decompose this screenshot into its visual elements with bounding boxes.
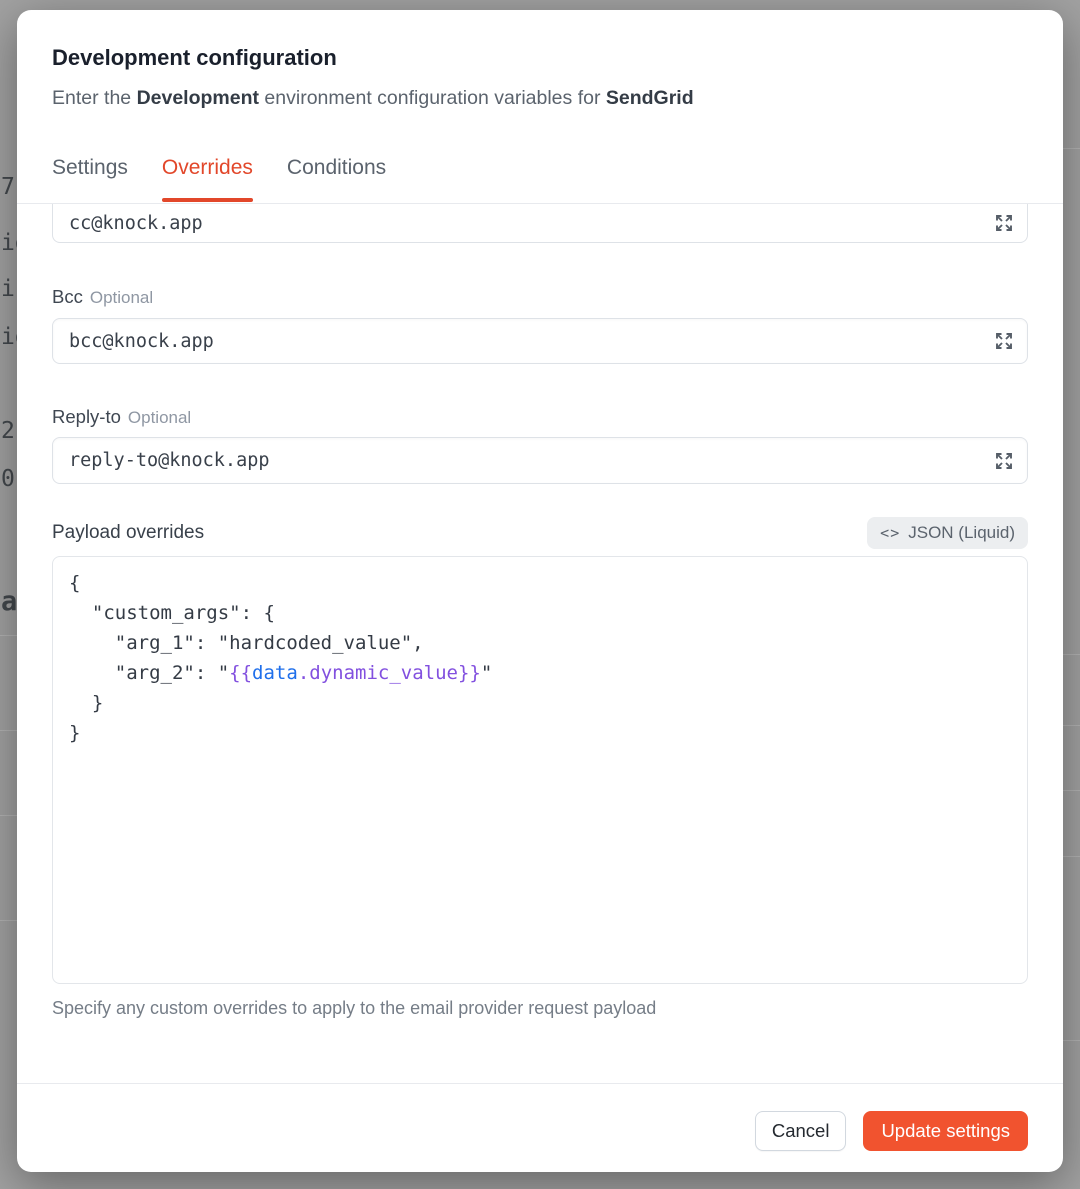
reply-to-label-text: Reply-to: [52, 406, 121, 427]
code-line: }: [69, 688, 1011, 718]
backdrop-text-fragment: a: [1, 588, 17, 615]
update-settings-button[interactable]: Update settings: [863, 1111, 1028, 1151]
reply-to-expand-button[interactable]: [991, 448, 1017, 474]
reply-to-optional-badge: Optional: [128, 408, 191, 427]
expand-icon: [993, 450, 1015, 472]
backdrop-row-line: [0, 920, 17, 921]
backdrop-row-line: [0, 730, 17, 731]
backdrop-right-strip: [1063, 0, 1080, 1189]
code-brackets-icon: <>: [880, 524, 900, 542]
bcc-expand-button[interactable]: [991, 328, 1017, 354]
cc-field-wrapper: [52, 204, 1028, 243]
subtitle-environment: Development: [137, 87, 259, 109]
expand-icon: [993, 212, 1015, 234]
subtitle-middle: environment configuration variables for: [259, 87, 606, 109]
backdrop-row-line: [1063, 1040, 1080, 1041]
footer-divider: [17, 1083, 1063, 1084]
payload-editor[interactable]: { "custom_args": { "arg_1": "hardcoded_v…: [52, 556, 1028, 984]
code-line: "custom_args": {: [69, 598, 1011, 628]
tab-conditions[interactable]: Conditions: [287, 156, 386, 202]
code-line: "arg_1": "hardcoded_value",: [69, 628, 1011, 658]
backdrop-text-fragment: 0: [1, 468, 15, 491]
modal-subtitle: Enter the Development environment config…: [52, 85, 694, 112]
subtitle-prefix: Enter the: [52, 87, 137, 109]
payload-help-text: Specify any custom overrides to apply to…: [52, 998, 656, 1019]
bcc-input[interactable]: [53, 319, 1027, 363]
backdrop-row-line: [1063, 790, 1080, 791]
expand-icon: [993, 330, 1015, 352]
backdrop-text-fragment: 7: [1, 176, 15, 199]
language-badge-label: JSON (Liquid): [908, 523, 1015, 543]
tab-label: Settings: [52, 156, 128, 179]
backdrop-row-line: [1063, 856, 1080, 857]
payload-editor-code: { "custom_args": { "arg_1": "hardcoded_v…: [69, 568, 1011, 748]
backdrop-left-strip: 7 id i id 2 0 a: [0, 0, 17, 1189]
reply-to-field-wrapper: [52, 437, 1028, 484]
tab-overrides[interactable]: Overrides: [162, 156, 253, 202]
backdrop-text-fragment: id: [1, 232, 17, 255]
backdrop-row-line: [0, 635, 17, 636]
backdrop-row-line: [1063, 654, 1080, 655]
language-badge: <> JSON (Liquid): [867, 517, 1028, 549]
reply-to-input[interactable]: [53, 438, 1027, 483]
bcc-field-wrapper: [52, 318, 1028, 364]
bcc-optional-badge: Optional: [90, 288, 153, 307]
modal-title: Development configuration: [52, 44, 337, 72]
cancel-button[interactable]: Cancel: [755, 1111, 847, 1151]
cc-expand-button[interactable]: [991, 210, 1017, 236]
code-line: "arg_2": "{{data.dynamic_value}}": [69, 658, 1011, 688]
reply-to-label: Reply-to Optional: [52, 406, 191, 428]
tab-label: Conditions: [287, 156, 386, 179]
backdrop-row-line: [0, 815, 17, 816]
development-configuration-modal: Development configuration Enter the Deve…: [17, 10, 1063, 1172]
backdrop-row-line: [1063, 148, 1080, 149]
footer-actions: Cancel Update settings: [755, 1111, 1028, 1151]
bcc-label: Bcc Optional: [52, 286, 153, 308]
bcc-label-text: Bcc: [52, 286, 83, 307]
tab-label: Overrides: [162, 156, 253, 179]
subtitle-provider: SendGrid: [606, 87, 694, 109]
code-line: {: [69, 568, 1011, 598]
backdrop-text-fragment: 2: [1, 420, 15, 443]
backdrop-text-fragment: i: [1, 278, 15, 301]
payload-overrides-label: Payload overrides: [52, 522, 204, 544]
code-line: }: [69, 718, 1011, 748]
cc-input[interactable]: [53, 204, 1027, 242]
backdrop-text-fragment: id: [1, 326, 17, 349]
backdrop-row-line: [1063, 725, 1080, 726]
tab-settings[interactable]: Settings: [52, 156, 128, 202]
tab-bar: Settings Overrides Conditions: [52, 156, 386, 202]
